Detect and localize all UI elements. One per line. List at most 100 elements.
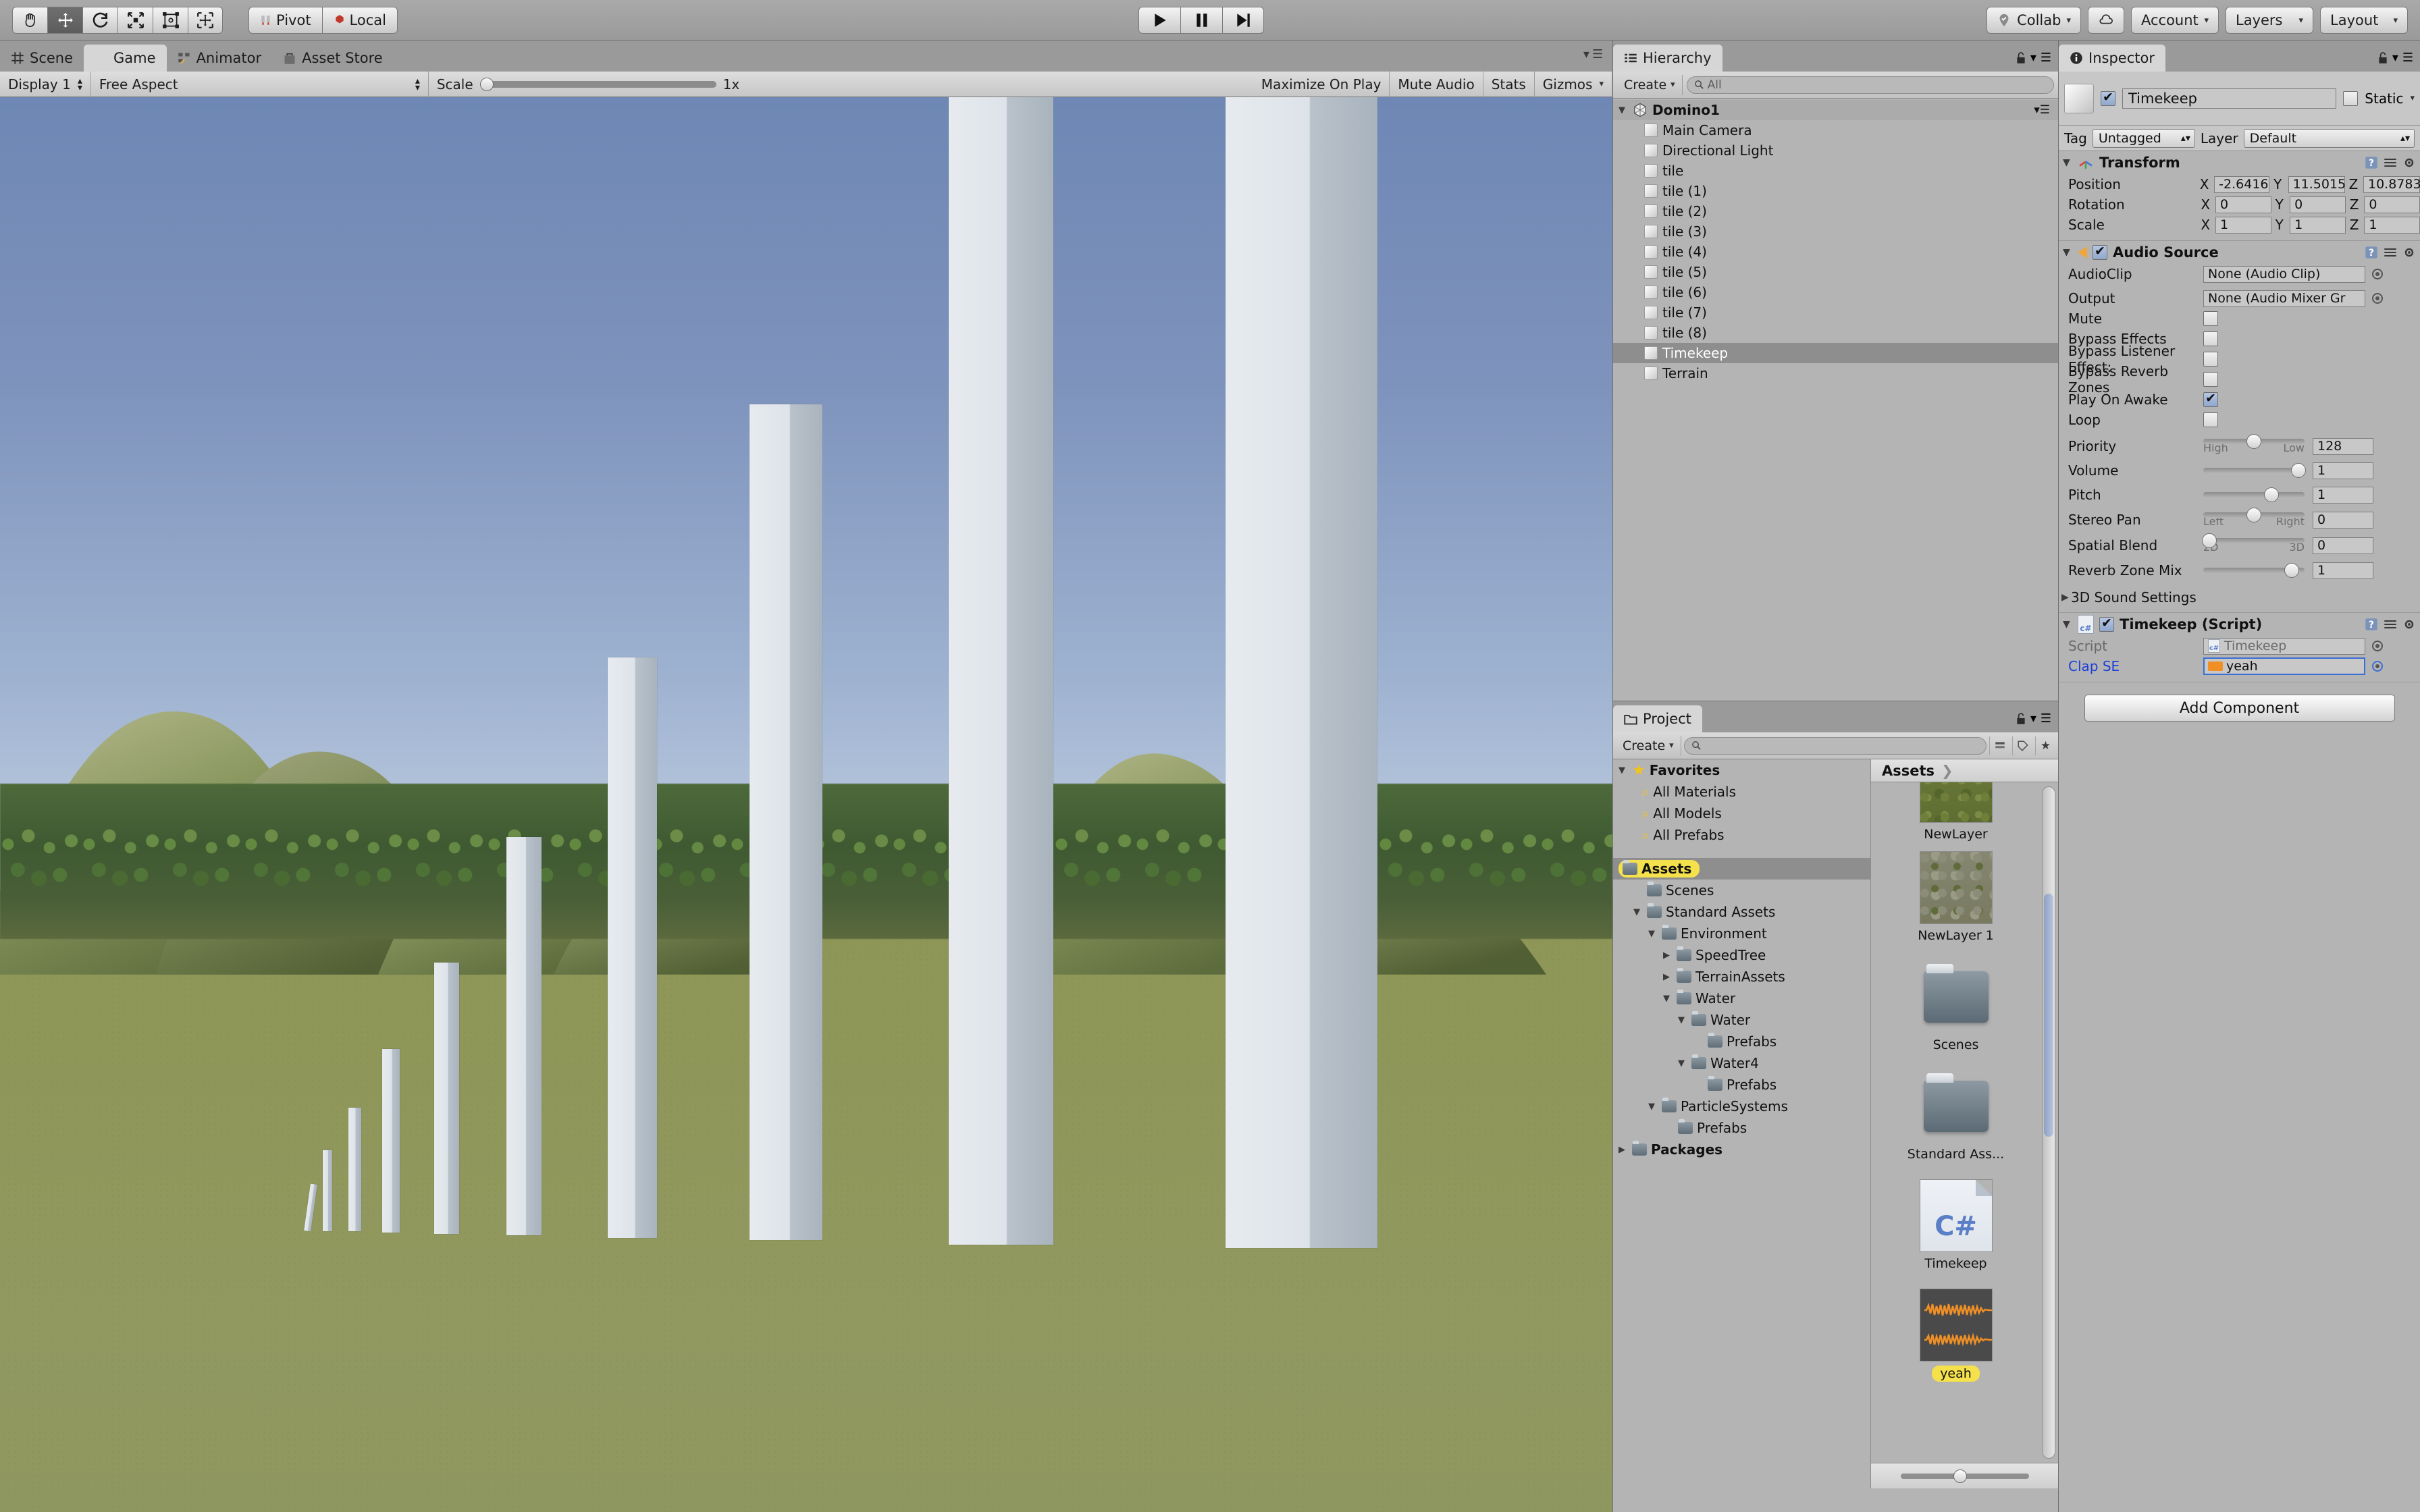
project-row-water-prefabs[interactable]: Prefabs [1613, 1031, 1870, 1052]
position-z-input[interactable]: 10.8783 [2363, 176, 2420, 193]
game-view-panel-menu[interactable]: ▾ ☰ [1583, 47, 1603, 61]
rotation-x-input[interactable]: 0 [2215, 196, 2271, 213]
asset-item-timekeep[interactable]: C# Timekeep [1871, 1179, 2041, 1271]
audioclip-object-field[interactable]: None (Audio Clip) [2203, 265, 2365, 283]
loop-checkbox[interactable] [2203, 412, 2218, 427]
project-row-particlesystems[interactable]: ▼ ParticleSystems [1613, 1096, 1870, 1117]
local-button[interactable]: Local [321, 6, 398, 34]
priority-input[interactable]: 128 [2313, 437, 2373, 455]
bypass-listener-checkbox[interactable] [2203, 352, 2218, 367]
transform-component-header[interactable]: ▼ Transform ? [2059, 151, 2420, 174]
chevron-down-icon[interactable]: ▼ [2063, 247, 2072, 258]
object-picker-icon[interactable] [2372, 661, 2383, 672]
stereo-pan-slider[interactable] [2203, 507, 2305, 522]
asset-item-newlayer-1[interactable]: NewLayer 1 [1871, 851, 2041, 943]
volume-input[interactable]: 1 [2313, 462, 2373, 479]
chevron-right-icon[interactable]: ▶ [1619, 1145, 1628, 1155]
game-render-surface[interactable] [0, 97, 1612, 1512]
audio-source-enabled-checkbox[interactable] [2093, 244, 2107, 260]
object-name-input[interactable]: Timekeep [2122, 88, 2337, 109]
hierarchy-create-button[interactable]: Create ▾ [1617, 74, 1683, 95]
chevron-down-icon[interactable]: ▼ [1648, 929, 1658, 939]
asset-grid-scroll-thumb[interactable] [2044, 894, 2053, 1137]
rotate-tool-button[interactable] [82, 6, 117, 34]
project-row-speedtree[interactable]: ▶ SpeedTree [1613, 944, 1870, 966]
component-tools[interactable]: ? [2365, 618, 2416, 631]
reverb-zone-input[interactable]: 1 [2313, 562, 2373, 579]
pitch-slider-knob[interactable] [2264, 487, 2279, 502]
chevron-down-icon[interactable]: ▼ [1678, 1058, 1687, 1069]
stereo-pan-input[interactable]: 0 [2313, 511, 2373, 529]
transform-tool-button[interactable] [188, 6, 223, 34]
bypass-reverb-checkbox[interactable] [2203, 372, 2218, 387]
hierarchy-row-tile-8[interactable]: tile (8) [1613, 323, 2058, 343]
aspect-dropdown[interactable]: Free Aspect ▴ ▾ [91, 71, 429, 97]
project-row-packages[interactable]: ▶ Packages [1613, 1139, 1870, 1160]
step-button[interactable] [1222, 7, 1264, 34]
project-row-water-inner[interactable]: ▼ Water [1613, 1009, 1870, 1031]
chevron-down-icon[interactable]: ▼ [1619, 765, 1628, 776]
hierarchy-row-terrain[interactable]: Terrain [1613, 363, 2058, 383]
tab-hierarchy[interactable]: Hierarchy [1613, 45, 1722, 72]
stats-toggle[interactable]: Stats [1483, 71, 1535, 97]
hierarchy-row-tile-6[interactable]: tile (6) [1613, 282, 2058, 302]
project-row-standard-assets[interactable]: ▼ Standard Assets [1613, 901, 1870, 923]
mute-audio-toggle[interactable]: Mute Audio [1390, 71, 1483, 97]
scale-slider-knob[interactable] [479, 77, 494, 91]
chevron-down-icon[interactable]: ▾ [2410, 93, 2415, 103]
account-button[interactable]: Account ▾ [2131, 7, 2219, 34]
hierarchy-row-timekeep[interactable]: Timekeep [1613, 343, 2058, 363]
hierarchy-panel-tools[interactable]: ▾ ☰ [2016, 51, 2051, 65]
static-checkbox[interactable] [2343, 90, 2359, 106]
scale-slider[interactable] [479, 77, 716, 91]
priority-slider[interactable] [2203, 433, 2305, 449]
breadcrumb-assets[interactable]: Assets [1882, 763, 1935, 779]
project-row-water[interactable]: ▼ Water [1613, 988, 1870, 1009]
tab-inspector[interactable]: Inspector [2059, 45, 2165, 72]
favorite-star-icon[interactable]: ★ [2035, 736, 2055, 755]
object-picker-icon[interactable] [2372, 293, 2383, 304]
pitch-slider[interactable] [2203, 487, 2305, 502]
layers-button[interactable]: Layers ▾ [2226, 7, 2313, 34]
spatial-blend-input[interactable]: 0 [2313, 537, 2373, 554]
volume-slider-knob[interactable] [2291, 463, 2306, 478]
project-row-all-materials[interactable]: ⌕ All Materials [1613, 781, 1870, 803]
rotation-z-input[interactable]: 0 [2364, 196, 2420, 213]
scale-z-input[interactable]: 1 [2364, 216, 2420, 234]
chevron-right-icon[interactable]: ▶ [1663, 950, 1673, 961]
spatial-blend-slider[interactable] [2202, 533, 2305, 548]
tab-game[interactable]: Game [84, 45, 167, 72]
hierarchy-row-tile-2[interactable]: tile (2) [1613, 201, 2058, 221]
project-row-all-prefabs[interactable]: ⌕ All Prefabs [1613, 824, 1870, 846]
asset-zoom-slider[interactable] [1900, 1469, 2029, 1483]
project-row-environment[interactable]: ▼ Environment [1613, 923, 1870, 944]
play-on-awake-checkbox[interactable] [2203, 391, 2218, 407]
filter-by-type-icon[interactable] [1989, 736, 2009, 755]
tag-dropdown[interactable]: Untagged ▴▾ [2092, 128, 2195, 148]
layout-button[interactable]: Layout ▾ [2320, 7, 2408, 34]
project-row-water4-prefabs[interactable]: Prefabs [1613, 1074, 1870, 1096]
hierarchy-row-tile-7[interactable]: tile (7) [1613, 302, 2058, 323]
display-dropdown[interactable]: Display 1 ▴ ▾ [0, 71, 91, 97]
project-create-button[interactable]: Create ▾ [1616, 735, 1681, 756]
rect-tool-button[interactable] [153, 6, 188, 34]
scale-tool-button[interactable] [117, 6, 153, 34]
audio-source-header[interactable]: ▼ Audio Source ? [2059, 241, 2420, 264]
asset-grid-scrollbar[interactable] [2042, 786, 2055, 1459]
scene-context-menu-icon[interactable]: ▾☰ [2034, 103, 2050, 117]
gizmos-dropdown[interactable]: Gizmos ▾ [1535, 71, 1612, 97]
reverb-zone-slider[interactable] [2203, 563, 2305, 578]
tab-animator[interactable]: Animator [167, 45, 273, 72]
component-tools[interactable]: ? [2365, 156, 2416, 169]
hierarchy-search-input[interactable]: All [1686, 76, 2054, 94]
project-row-favorites[interactable]: ▼ ★ Favorites [1613, 759, 1870, 781]
component-tools[interactable]: ? [2365, 246, 2416, 259]
layer-dropdown[interactable]: Default ▴▾ [2243, 128, 2415, 148]
tab-asset-store[interactable]: Asset Store [272, 45, 394, 72]
object-picker-icon[interactable] [2372, 269, 2383, 279]
reverb-zone-slider-knob[interactable] [2284, 563, 2299, 578]
filter-by-label-icon[interactable] [2012, 736, 2032, 755]
project-panel-tools[interactable]: ▾ ☰ [2016, 711, 2051, 726]
clap-se-object-field[interactable]: yeah [2203, 657, 2365, 675]
hierarchy-row-tile[interactable]: tile [1613, 161, 2058, 181]
